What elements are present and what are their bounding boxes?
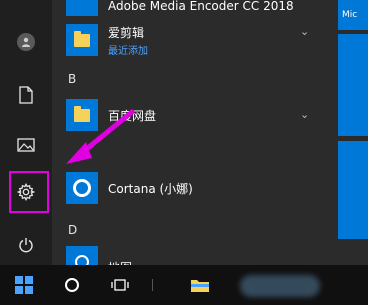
blurred-taskbar-item (240, 275, 320, 297)
search-icon (65, 278, 79, 292)
taskbar-divider (152, 279, 153, 291)
task-view-icon (111, 279, 129, 291)
file-explorer-button[interactable] (184, 271, 216, 299)
search-button[interactable] (56, 271, 88, 299)
start-button[interactable] (8, 271, 40, 299)
file-explorer-icon (191, 280, 209, 292)
windows-start-icon (15, 276, 33, 294)
annotation-arrow (66, 109, 135, 164)
task-view-button[interactable] (104, 271, 136, 299)
start-menu: Adobe Media Encoder CC 2018 爱剪辑 最近添加 ⌄ B… (0, 0, 368, 265)
taskbar (0, 265, 368, 305)
